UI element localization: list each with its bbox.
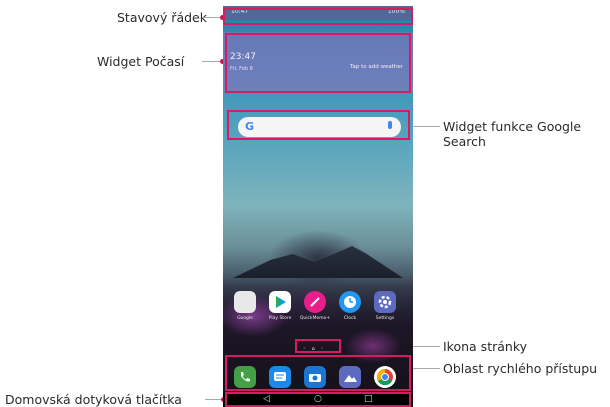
google-widget-highlight	[227, 110, 410, 140]
weather-widget-label: Widget Počasí	[97, 54, 185, 69]
app-label-settings: Settings	[375, 316, 395, 321]
clock-icon[interactable]	[339, 291, 361, 313]
home-touch-buttons-label: Domovská dotyková tlačítka	[5, 392, 182, 407]
settings-icon[interactable]	[374, 291, 396, 313]
weather-widget-highlight	[225, 33, 411, 93]
status-bar-label: Stavový řádek	[117, 10, 207, 25]
quick-access-label: Oblast rychlého přístupu	[443, 361, 598, 376]
quickmemo-icon[interactable]	[304, 291, 326, 313]
google-widget-label-line2: Search	[443, 134, 486, 149]
home-touch-buttons-highlight	[225, 392, 411, 407]
app-label-google: Google	[237, 316, 253, 321]
play-store-icon[interactable]	[269, 291, 291, 313]
quick-access-highlight	[225, 355, 411, 391]
google-widget-leader	[410, 126, 440, 127]
status-bar-highlight	[223, 8, 413, 25]
quick-access-leader	[410, 368, 440, 369]
app-label-clock: Clock	[343, 316, 357, 321]
google-widget-label-line1: Widget funkce Google	[443, 119, 582, 134]
app-label-play-store: Play Store	[268, 316, 292, 321]
page-icon-highlight	[295, 339, 341, 353]
page-icon-label: Ikona stránky	[443, 339, 528, 354]
app-label-quickmemo: QuickMemo+	[299, 316, 331, 321]
google-folder-icon[interactable]	[234, 291, 256, 313]
